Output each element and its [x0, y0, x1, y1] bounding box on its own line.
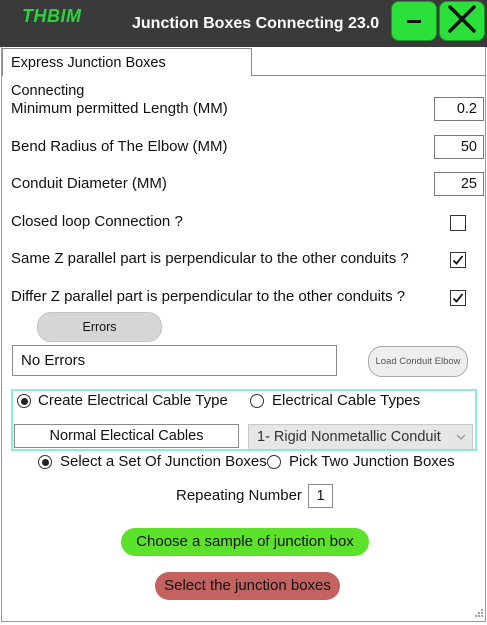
cable-name-input[interactable]: Normal Electical Cables	[14, 424, 239, 448]
cable-type-selected-value: 1- Rigid Nonmetallic Conduit	[257, 429, 441, 445]
repeating-number-label: Repeating Number	[176, 487, 302, 504]
cable-types-radio[interactable]	[250, 394, 264, 408]
bend-radius-input[interactable]: 50	[434, 135, 484, 159]
bend-radius-label: Bend Radius of The Elbow (MM)	[11, 138, 228, 155]
differ-z-label: Differ Z parallel part is perpendicular …	[11, 288, 406, 305]
close-button[interactable]	[439, 1, 485, 41]
pick-two-label[interactable]: Pick Two Junction Boxes	[289, 453, 455, 470]
minimize-button[interactable]	[391, 1, 437, 41]
conduit-diameter-label: Conduit Diameter (MM)	[11, 175, 167, 192]
close-icon	[446, 3, 478, 40]
pick-two-radio[interactable]	[267, 455, 281, 469]
conduit-diameter-input[interactable]: 25	[434, 172, 484, 196]
same-z-label: Same Z parallel part is perpendicular to…	[11, 250, 409, 267]
resize-grip-icon[interactable]	[470, 606, 484, 620]
checkmark-icon	[452, 255, 464, 265]
load-conduit-elbow-button[interactable]: Load Conduit Elbow	[368, 346, 468, 377]
cable-type-select[interactable]: 1- Rigid Nonmetallic Conduit	[248, 424, 473, 450]
minimize-icon	[407, 19, 421, 23]
repeating-number-input[interactable]: 1	[308, 484, 333, 508]
same-z-checkbox[interactable]	[450, 252, 466, 268]
closed-loop-checkbox[interactable]	[450, 215, 466, 231]
errors-button[interactable]: Errors	[37, 312, 162, 342]
create-cable-type-label[interactable]: Create Electrical Cable Type	[38, 392, 228, 409]
select-junction-boxes-button[interactable]: Select the junction boxes	[155, 572, 340, 600]
chevron-down-icon	[456, 425, 466, 449]
differ-z-checkbox[interactable]	[450, 290, 466, 306]
window-title: Junction Boxes Connecting 23.0	[132, 15, 380, 32]
errors-field[interactable]: No Errors	[12, 345, 337, 376]
create-cable-type-radio[interactable]	[17, 394, 31, 408]
min-length-label: Minimum permitted Length (MM)	[11, 100, 228, 117]
min-length-input[interactable]: 0.2	[434, 97, 484, 121]
choose-sample-button[interactable]: Choose a sample of junction box	[121, 528, 369, 556]
app-logo: THBIM	[22, 6, 82, 26]
tab-express-connecting[interactable]: Express Junction Boxes Connecting	[2, 48, 252, 99]
select-set-label[interactable]: Select a Set Of Junction Boxes	[60, 453, 267, 470]
checkmark-icon	[452, 293, 464, 303]
closed-loop-label: Closed loop Connection ?	[11, 213, 183, 230]
cable-types-label[interactable]: Electrical Cable Types	[272, 392, 420, 409]
select-set-radio[interactable]	[38, 455, 52, 469]
